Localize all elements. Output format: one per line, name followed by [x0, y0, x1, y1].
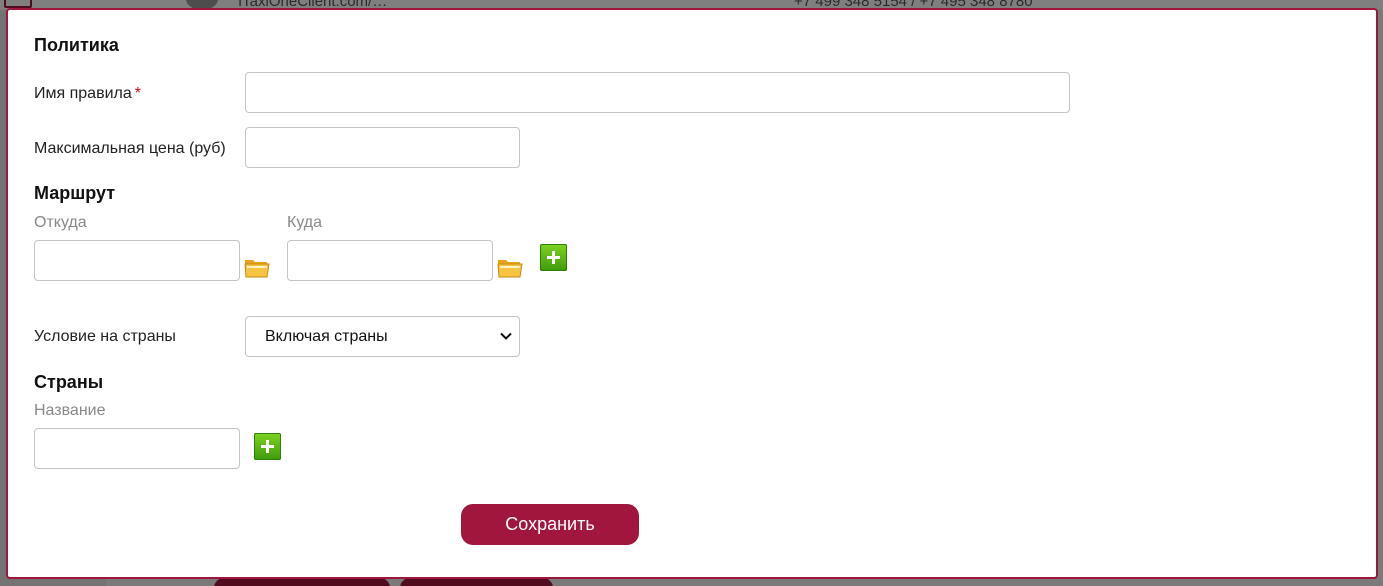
max-price-label: Максимальная цена (руб)	[34, 140, 226, 157]
route-section-title: Маршрут	[34, 183, 116, 203]
add-country-icon[interactable]	[254, 433, 281, 460]
save-button[interactable]: Сохранить	[461, 504, 639, 545]
max-price-input[interactable]	[245, 127, 520, 168]
rule-name-label: Имя правила *	[34, 85, 141, 103]
route-from-label: Откуда	[34, 214, 87, 231]
countries-condition-select[interactable]: Включая страны	[245, 316, 520, 357]
rule-name-label-text: Имя правила	[34, 85, 132, 102]
route-to-label: Куда	[287, 214, 323, 231]
countries-section-title: Страны	[34, 372, 104, 392]
route-to-input[interactable]	[287, 240, 493, 281]
folder-icon[interactable]	[497, 256, 523, 278]
required-marker: *	[134, 85, 141, 102]
policy-modal: Политика Имя правила * Максимальная цена …	[6, 8, 1378, 579]
rule-name-input[interactable]	[245, 72, 1070, 113]
chevron-down-icon	[500, 332, 512, 340]
route-from-input[interactable]	[34, 240, 240, 281]
country-name-input[interactable]	[34, 428, 240, 469]
folder-icon[interactable]	[244, 256, 270, 278]
policy-section-title: Политика	[34, 35, 119, 55]
country-name-label: Название	[34, 402, 106, 419]
add-route-icon[interactable]	[540, 244, 567, 271]
countries-condition-selected: Включая страны	[265, 327, 388, 345]
countries-condition-label: Условие на страны	[34, 328, 176, 345]
